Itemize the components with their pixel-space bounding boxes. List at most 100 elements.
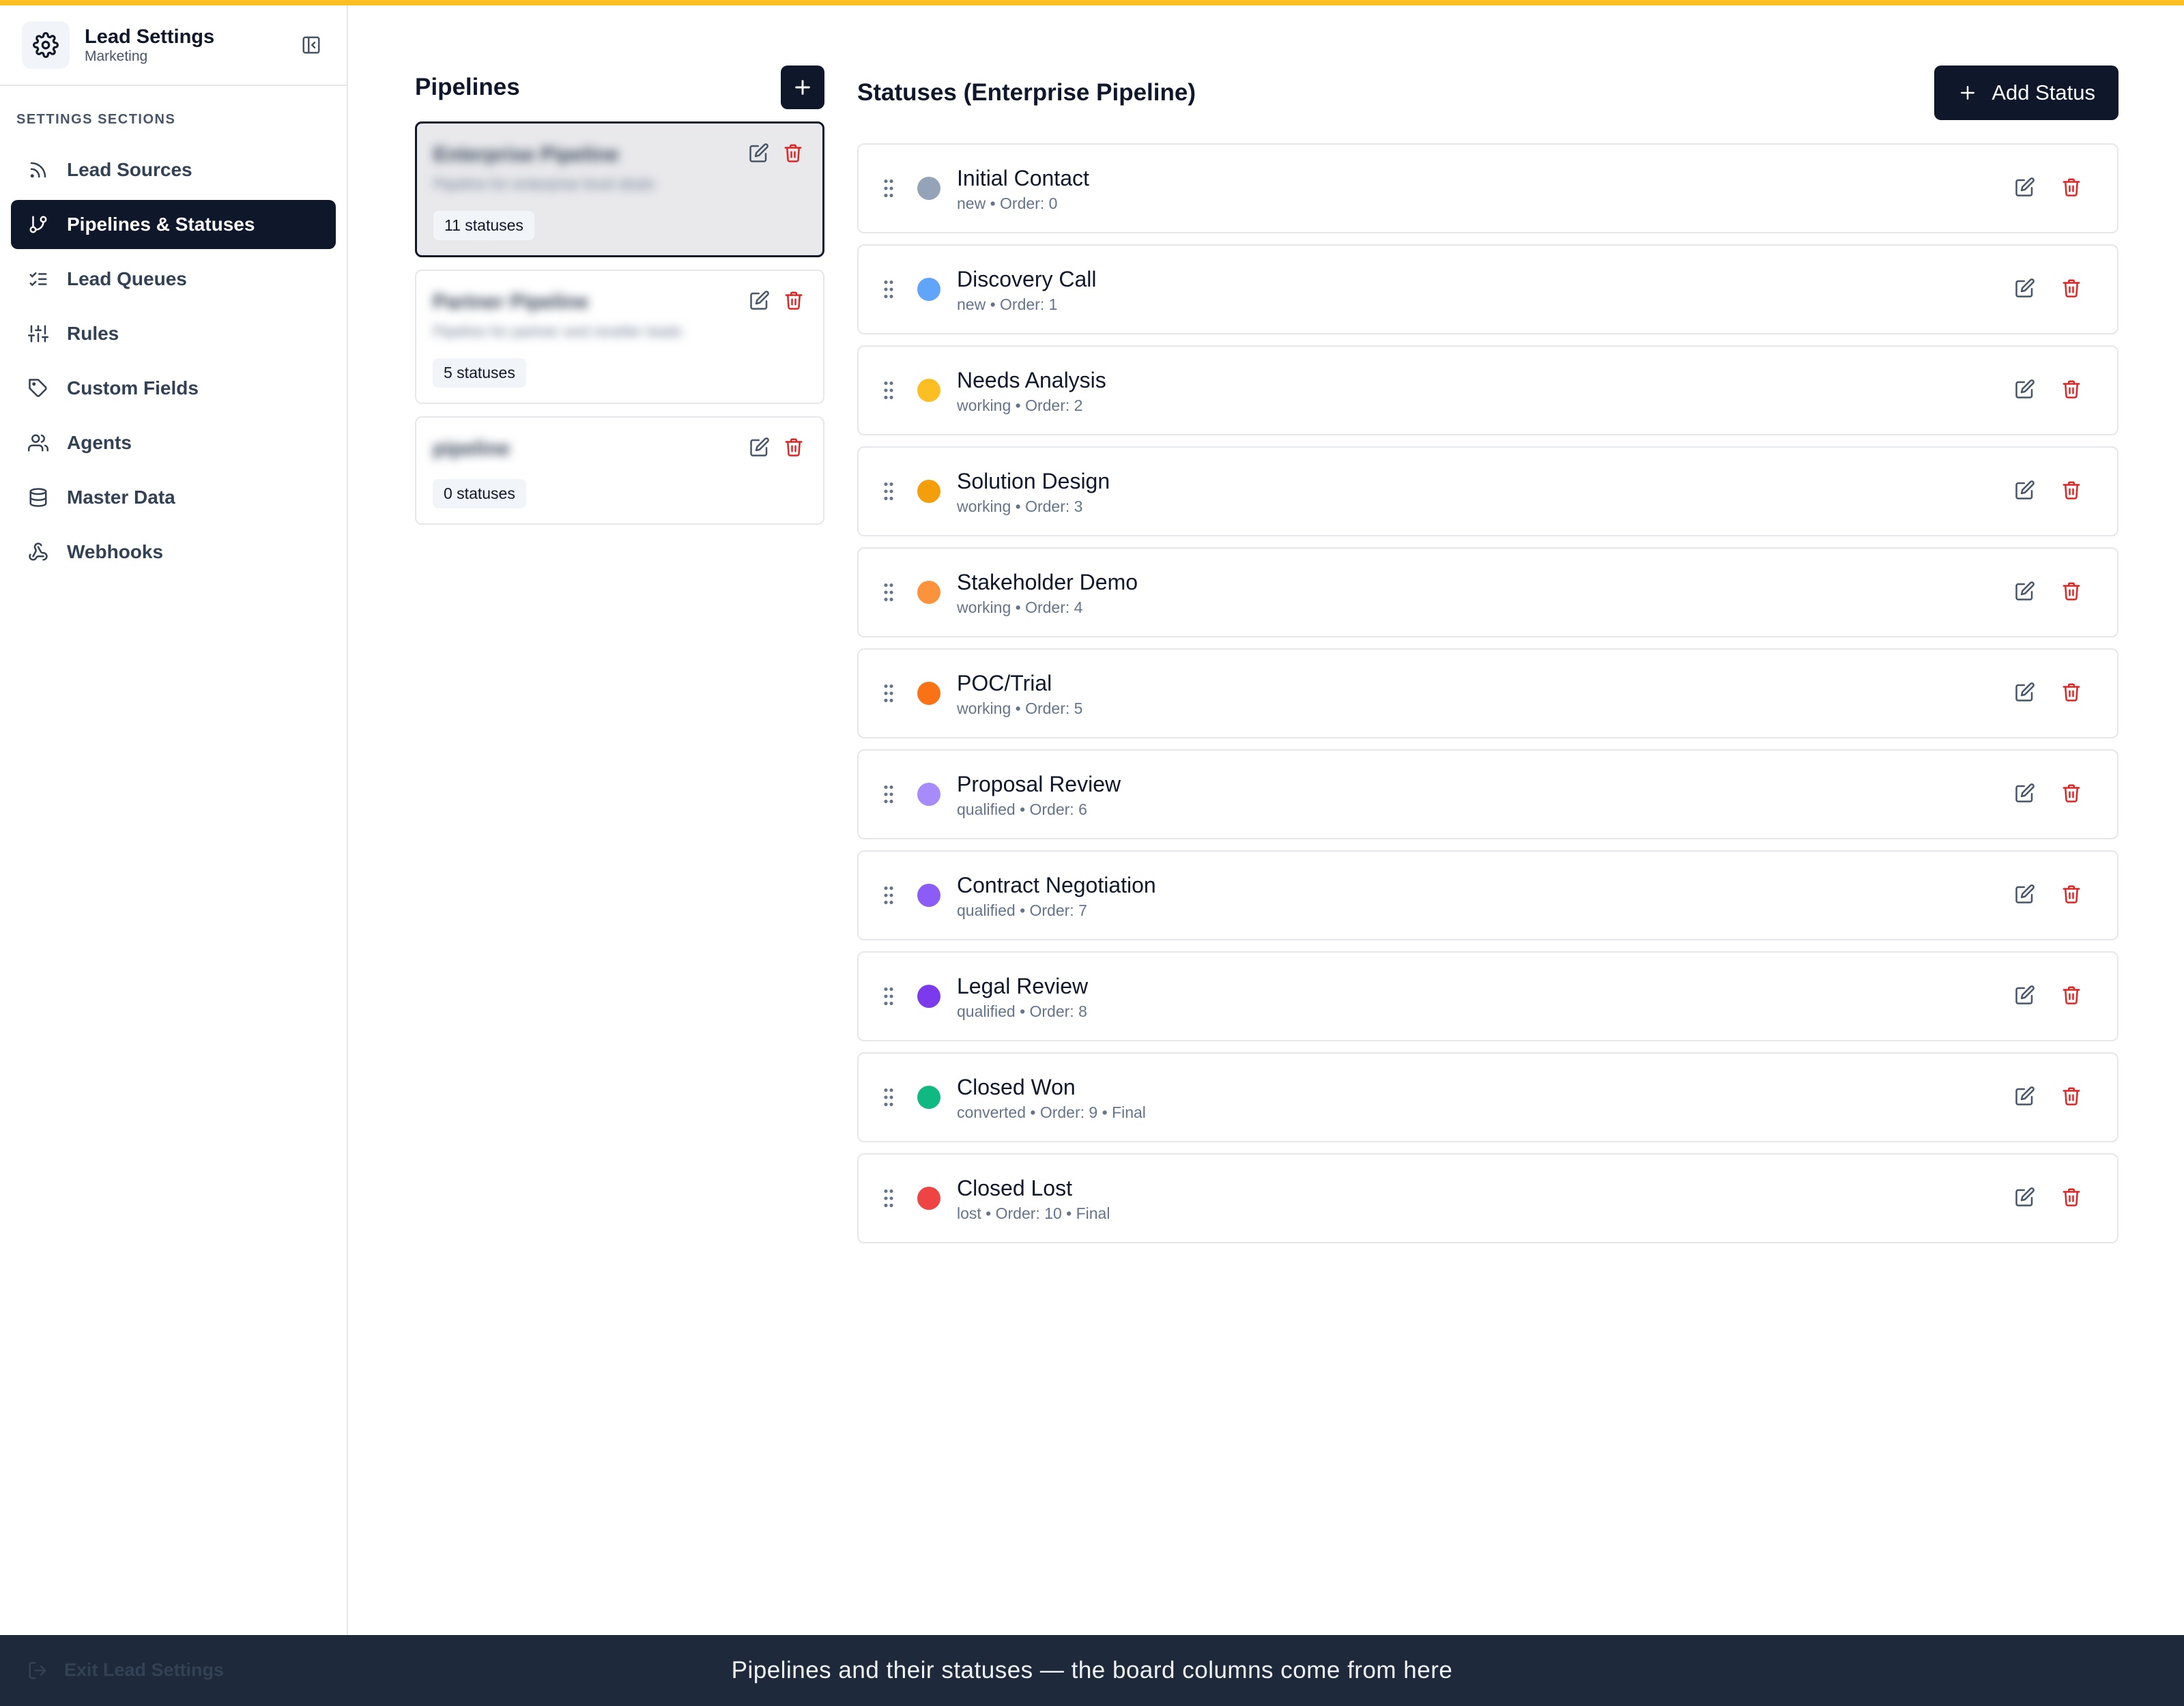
- status-row[interactable]: Needs Analysis working • Order: 2: [857, 345, 2118, 435]
- edit-icon[interactable]: [2015, 581, 2035, 605]
- statuses-title: Statuses (Enterprise Pipeline): [857, 79, 1196, 106]
- status-row[interactable]: Initial Contact new • Order: 0: [857, 143, 2118, 233]
- status-meta: working • Order: 5: [957, 699, 1083, 717]
- sidebar-item-pipelines-statuses[interactable]: Pipelines & Statuses: [11, 200, 336, 249]
- status-row[interactable]: Discovery Call new • Order: 1: [857, 244, 2118, 334]
- trash-icon[interactable]: [2061, 783, 2082, 807]
- pipeline-description: Pipeline for partner and reseller leads: [433, 323, 682, 340]
- status-name: Discovery Call: [957, 266, 1097, 291]
- git-branch-icon: [27, 214, 49, 235]
- status-row[interactable]: Stakeholder Demo working • Order: 4: [857, 547, 2118, 637]
- edit-icon[interactable]: [749, 290, 770, 314]
- sidebar-header: Lead Settings Marketing: [0, 5, 347, 86]
- edit-icon[interactable]: [2015, 1086, 2035, 1110]
- edit-icon[interactable]: [2015, 783, 2035, 807]
- drag-handle-icon[interactable]: [880, 883, 897, 908]
- trash-icon[interactable]: [784, 437, 804, 461]
- pipeline-status-count: 5 statuses: [433, 358, 526, 388]
- edit-icon[interactable]: [2015, 884, 2035, 908]
- trash-icon[interactable]: [2061, 1187, 2082, 1211]
- status-meta: working • Order: 2: [957, 396, 1083, 414]
- status-name: Closed Lost: [957, 1175, 1072, 1200]
- pipeline-name: Partner Pipeline: [433, 291, 589, 313]
- edit-icon[interactable]: [749, 143, 769, 167]
- drag-handle-icon[interactable]: [880, 681, 897, 706]
- edit-icon[interactable]: [2015, 379, 2035, 403]
- pipeline-card[interactable]: Partner Pipeline Pipeline for partner an…: [415, 270, 824, 404]
- status-color-dot: [917, 985, 940, 1008]
- add-status-button[interactable]: Add Status: [1934, 66, 2118, 120]
- drag-handle-icon[interactable]: [880, 782, 897, 807]
- drag-handle-icon[interactable]: [880, 378, 897, 403]
- collapse-sidebar-icon[interactable]: [298, 31, 325, 59]
- status-name: Stakeholder Demo: [957, 569, 1138, 594]
- trash-icon[interactable]: [2061, 985, 2082, 1009]
- sidebar-item-label: Master Data: [67, 487, 175, 508]
- sidebar-item-rules[interactable]: Rules: [11, 309, 336, 358]
- drag-handle-icon[interactable]: [880, 1085, 897, 1110]
- status-meta: qualified • Order: 8: [957, 1002, 1087, 1020]
- pipelines-title: Pipelines: [415, 74, 520, 100]
- sidebar-item-label: Rules: [67, 323, 119, 344]
- edit-icon[interactable]: [2015, 985, 2035, 1009]
- sidebar-section-label: SETTINGS SECTIONS: [16, 112, 176, 127]
- drag-handle-icon[interactable]: [880, 580, 897, 605]
- trash-icon[interactable]: [2061, 379, 2082, 403]
- status-color-dot: [917, 379, 940, 402]
- trash-icon[interactable]: [2061, 177, 2082, 201]
- pipeline-card[interactable]: Enterprise Pipeline Pipeline for enterpr…: [415, 121, 824, 257]
- status-row[interactable]: Contract Negotiation qualified • Order: 7: [857, 850, 2118, 940]
- drag-handle-icon[interactable]: [880, 1186, 897, 1211]
- edit-icon[interactable]: [2015, 177, 2035, 201]
- sidebar-item-agents[interactable]: Agents: [11, 418, 336, 467]
- status-row[interactable]: Proposal Review qualified • Order: 6: [857, 749, 2118, 839]
- sidebar-item-master-data[interactable]: Master Data: [11, 473, 336, 522]
- sidebar-item-lead-sources[interactable]: Lead Sources: [11, 145, 336, 194]
- drag-handle-icon[interactable]: [880, 277, 897, 302]
- status-color-dot: [917, 1187, 940, 1210]
- drag-handle-icon[interactable]: [880, 176, 897, 201]
- edit-icon[interactable]: [2015, 682, 2035, 706]
- sidebar-item-label: Pipelines & Statuses: [67, 214, 255, 235]
- trash-icon[interactable]: [2061, 581, 2082, 605]
- sidebar-item-label: Webhooks: [67, 541, 164, 562]
- sidebar-item-lead-queues[interactable]: Lead Queues: [11, 255, 336, 304]
- trash-icon[interactable]: [2061, 1086, 2082, 1110]
- status-row[interactable]: Closed Lost lost • Order: 10 • Final: [857, 1153, 2118, 1243]
- sidebar-item-webhooks[interactable]: Webhooks: [11, 527, 336, 577]
- pipeline-card[interactable]: pipeline 0 statuses: [415, 416, 824, 525]
- edit-icon[interactable]: [2015, 1187, 2035, 1211]
- webhook-icon: [27, 541, 49, 563]
- trash-icon[interactable]: [2061, 480, 2082, 504]
- edit-icon[interactable]: [2015, 480, 2035, 504]
- sidebar-item-custom-fields[interactable]: Custom Fields: [11, 364, 336, 413]
- plus-icon: [1957, 83, 1978, 103]
- status-row[interactable]: POC/Trial working • Order: 5: [857, 648, 2118, 738]
- status-color-dot: [917, 177, 940, 200]
- drag-handle-icon[interactable]: [880, 479, 897, 504]
- status-meta: new • Order: 1: [957, 295, 1058, 313]
- status-row[interactable]: Solution Design working • Order: 3: [857, 446, 2118, 536]
- add-status-label: Add Status: [1992, 81, 2095, 104]
- pipeline-name: Enterprise Pipeline: [433, 143, 619, 166]
- pipeline-name: pipeline: [433, 437, 511, 460]
- users-icon: [27, 432, 49, 454]
- status-color-dot: [917, 682, 940, 705]
- trash-icon[interactable]: [2061, 278, 2082, 302]
- status-row[interactable]: Legal Review qualified • Order: 8: [857, 951, 2118, 1041]
- status-meta: working • Order: 4: [957, 598, 1083, 616]
- status-name: Proposal Review: [957, 771, 1121, 796]
- status-name: Legal Review: [957, 973, 1089, 998]
- trash-icon[interactable]: [784, 290, 804, 314]
- trash-icon[interactable]: [783, 143, 803, 167]
- drag-handle-icon[interactable]: [880, 984, 897, 1009]
- add-pipeline-button[interactable]: [781, 66, 824, 109]
- edit-icon[interactable]: [2015, 278, 2035, 302]
- status-color-dot: [917, 884, 940, 907]
- trash-icon[interactable]: [2061, 682, 2082, 706]
- edit-icon[interactable]: [749, 437, 770, 461]
- plus-icon: [795, 80, 810, 95]
- sidebar-item-label: Lead Sources: [67, 159, 192, 180]
- status-row[interactable]: Closed Won converted • Order: 9 • Final: [857, 1052, 2118, 1142]
- trash-icon[interactable]: [2061, 884, 2082, 908]
